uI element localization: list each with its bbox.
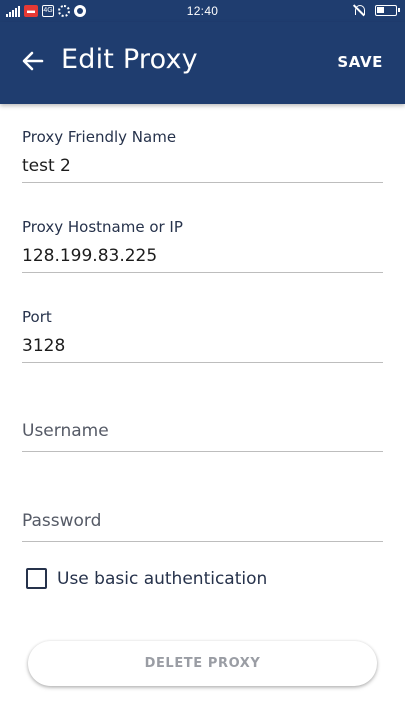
basic-auth-toggle[interactable]: Use basic authentication bbox=[26, 568, 267, 589]
page-title: Edit Proxy bbox=[61, 44, 198, 75]
arrow-left-icon bbox=[22, 51, 44, 71]
basic-auth-label: Use basic authentication bbox=[57, 568, 268, 589]
friendly-name-label: Proxy Friendly Name bbox=[22, 128, 177, 146]
hostname-field[interactable]: Proxy Hostname or IP 128.199.83.225 bbox=[22, 217, 383, 273]
status-icons-right bbox=[353, 4, 400, 16]
status-bar: ▬ 4G 12:40 bbox=[0, 0, 405, 22]
password-field[interactable]: Password bbox=[22, 508, 383, 542]
port-input[interactable]: 3128 bbox=[22, 333, 383, 359]
battery-icon bbox=[375, 4, 400, 16]
silent-mode-icon bbox=[353, 4, 365, 16]
delete-proxy-button[interactable]: DELETE PROXY bbox=[28, 641, 377, 686]
hostname-input[interactable]: 128.199.83.225 bbox=[22, 243, 383, 269]
hostname-label: Proxy Hostname or IP bbox=[22, 218, 183, 236]
port-label: Port bbox=[22, 308, 52, 326]
basic-auth-checkbox[interactable] bbox=[26, 568, 47, 589]
friendly-name-input[interactable]: test 2 bbox=[22, 153, 383, 179]
port-field[interactable]: Port 3128 bbox=[22, 307, 383, 363]
username-input[interactable]: Username bbox=[22, 418, 383, 444]
save-button[interactable]: SAVE bbox=[337, 53, 383, 71]
status-time: 12:40 bbox=[186, 4, 219, 18]
friendly-name-field[interactable]: Proxy Friendly Name test 2 bbox=[22, 127, 383, 183]
password-input[interactable]: Password bbox=[22, 508, 383, 534]
username-field[interactable]: Username bbox=[22, 418, 383, 452]
app-bar: Edit Proxy SAVE bbox=[0, 22, 405, 104]
back-button[interactable] bbox=[18, 46, 48, 76]
